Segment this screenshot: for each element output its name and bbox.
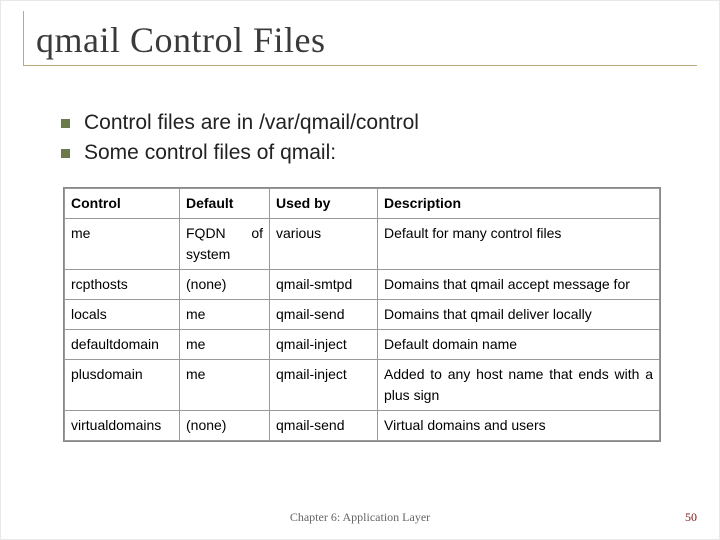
slide: qmail Control Files Control files are in… — [0, 0, 720, 540]
cell-control: defaultdomain — [65, 330, 180, 360]
cell-description: Virtual domains and users — [378, 411, 660, 441]
bullet-icon — [61, 119, 70, 128]
cell-default: (none) — [180, 411, 270, 441]
cell-control: locals — [65, 300, 180, 330]
cell-control: virtualdomains — [65, 411, 180, 441]
cell-usedby: qmail-inject — [270, 360, 378, 411]
col-header-description: Description — [378, 189, 660, 219]
bullet-text: Some control files of qmail: — [84, 141, 336, 165]
cell-control: rcpthosts — [65, 270, 180, 300]
cell-default: FQDN of system — [180, 219, 270, 270]
cell-control: me — [65, 219, 180, 270]
cell-description: Added to any host name that ends with a … — [378, 360, 660, 411]
table-header-row: Control Default Used by Description — [65, 189, 660, 219]
bullet-text: Control files are in /var/qmail/control — [84, 111, 419, 135]
table-row: me FQDN of system various Default for ma… — [65, 219, 660, 270]
title-rule: qmail Control Files — [23, 11, 697, 66]
body-content: Control files are in /var/qmail/control … — [61, 111, 679, 171]
col-header-control: Control — [65, 189, 180, 219]
control-files-table: Control Default Used by Description me F… — [63, 187, 661, 442]
table-row: virtualdomains (none) qmail-send Virtual… — [65, 411, 660, 441]
list-item: Control files are in /var/qmail/control — [61, 111, 679, 135]
col-header-usedby: Used by — [270, 189, 378, 219]
slide-title: qmail Control Files — [36, 19, 697, 61]
footer-page-number: 50 — [685, 510, 697, 525]
list-item: Some control files of qmail: — [61, 141, 679, 165]
cell-default: me — [180, 330, 270, 360]
cell-usedby: qmail-smtpd — [270, 270, 378, 300]
cell-usedby: various — [270, 219, 378, 270]
cell-description: Default for many control files — [378, 219, 660, 270]
footer-chapter: Chapter 6: Application Layer — [1, 510, 719, 525]
table-row: plusdomain me qmail-inject Added to any … — [65, 360, 660, 411]
table-row: rcpthosts (none) qmail-smtpd Domains tha… — [65, 270, 660, 300]
cell-default: me — [180, 300, 270, 330]
col-header-default: Default — [180, 189, 270, 219]
cell-description: Default domain name — [378, 330, 660, 360]
table-row: defaultdomain me qmail-inject Default do… — [65, 330, 660, 360]
cell-control: plusdomain — [65, 360, 180, 411]
table-row: locals me qmail-send Domains that qmail … — [65, 300, 660, 330]
cell-description: Domains that qmail accept message for — [378, 270, 660, 300]
cell-usedby: qmail-inject — [270, 330, 378, 360]
cell-usedby: qmail-send — [270, 411, 378, 441]
cell-usedby: qmail-send — [270, 300, 378, 330]
cell-default: (none) — [180, 270, 270, 300]
bullet-icon — [61, 149, 70, 158]
cell-default: me — [180, 360, 270, 411]
cell-description: Domains that qmail deliver locally — [378, 300, 660, 330]
